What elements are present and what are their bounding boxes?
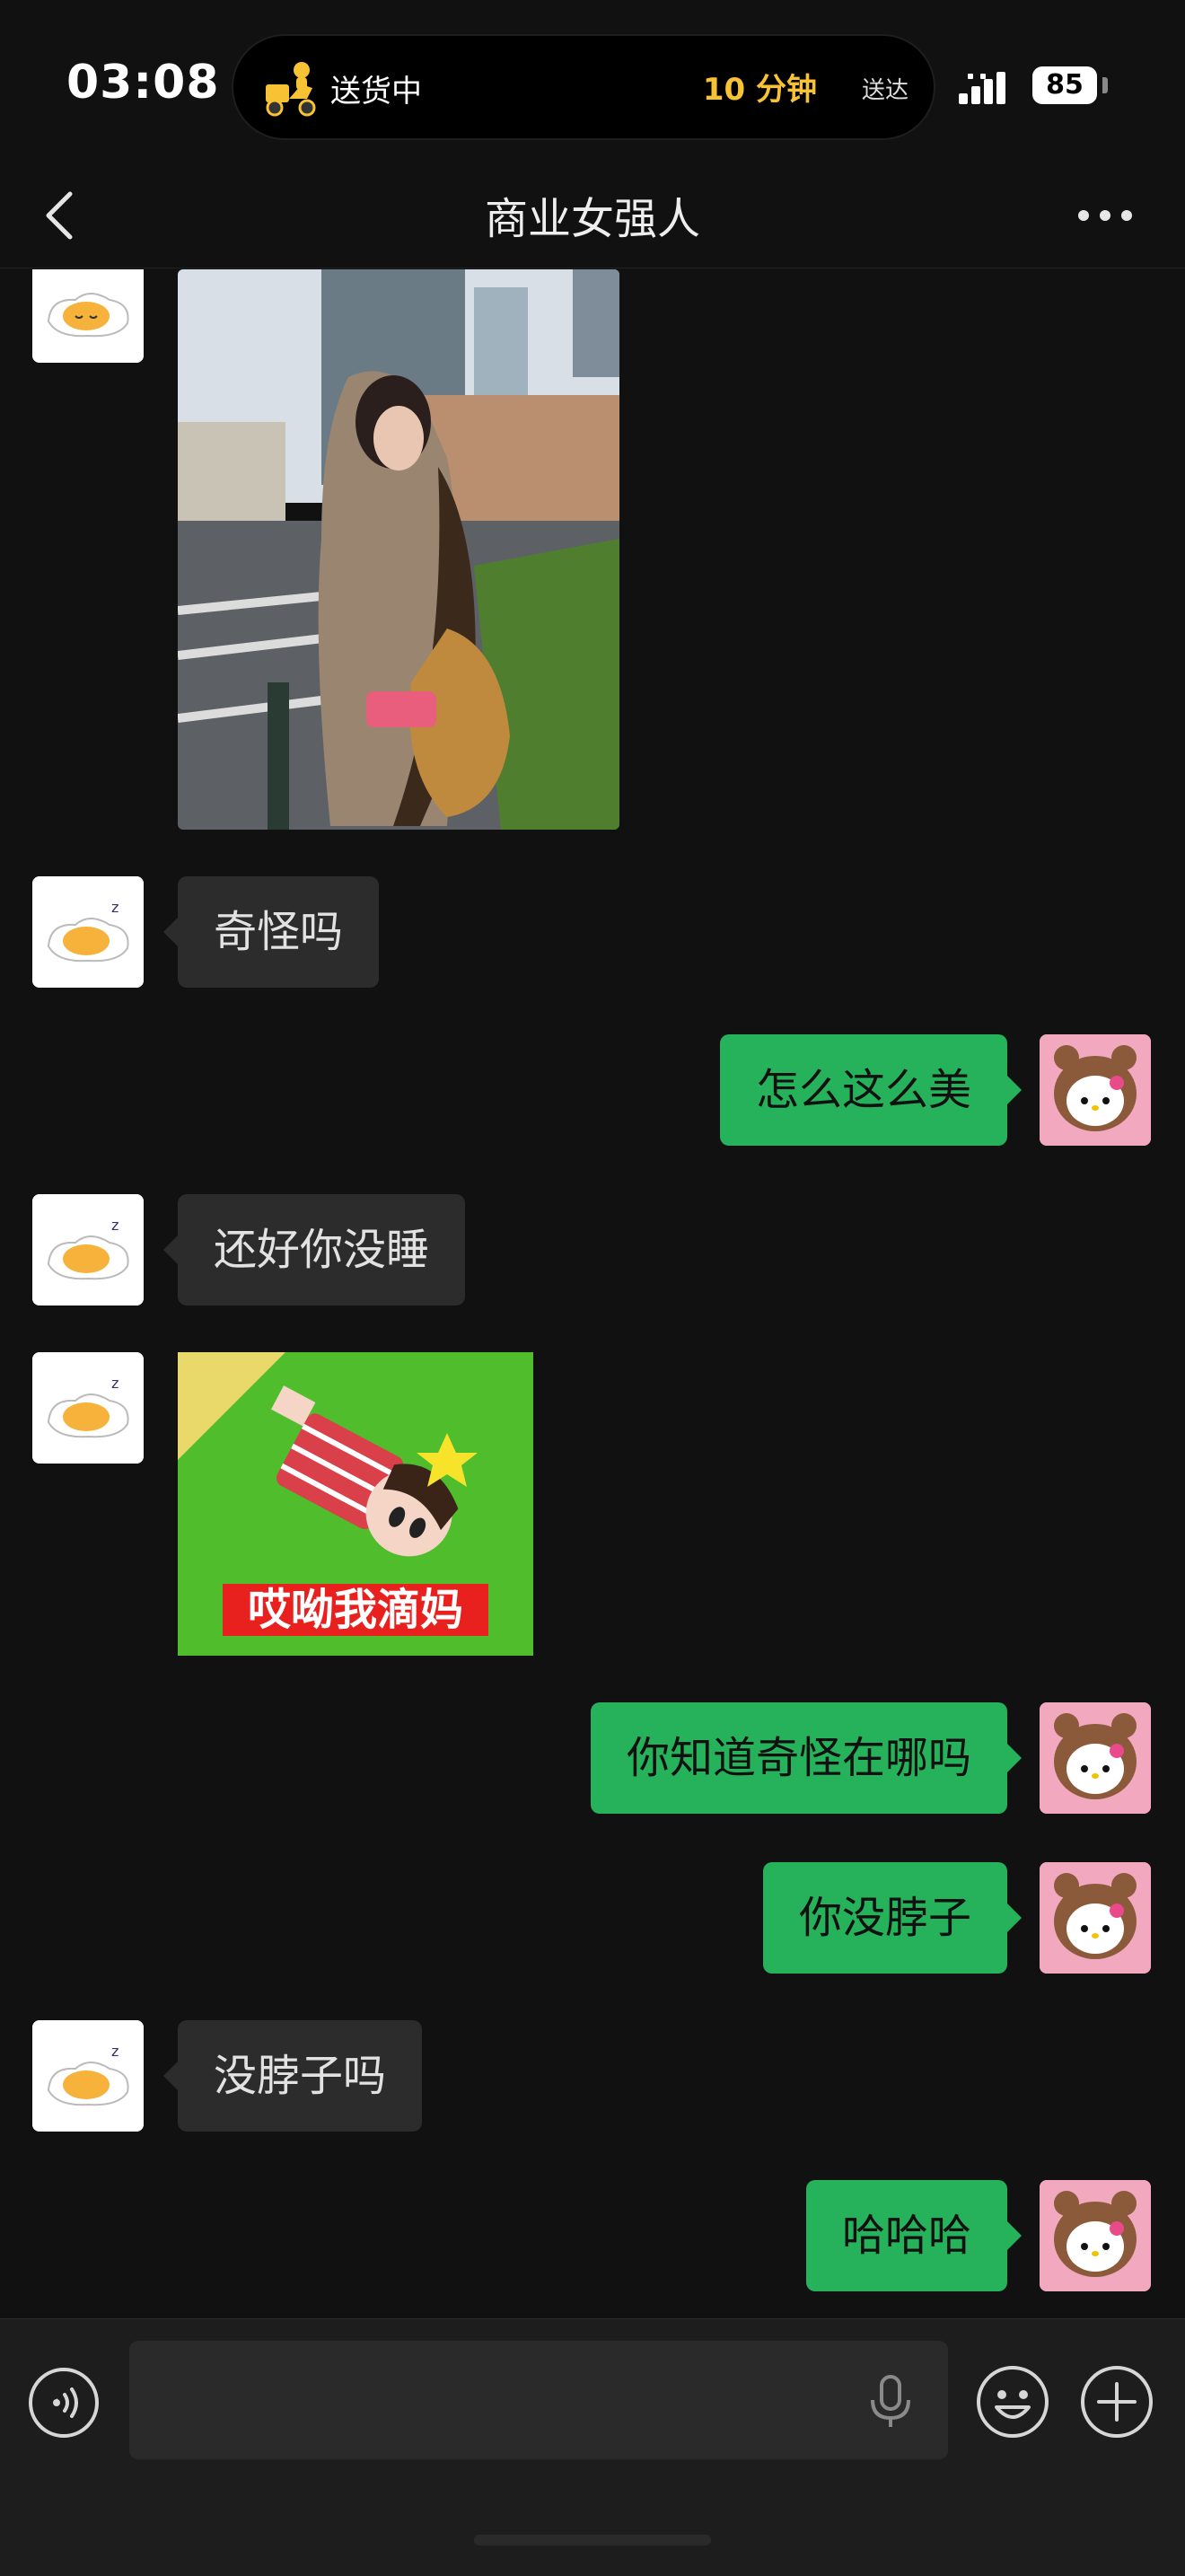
plus-icon[interactable]: [1079, 2364, 1154, 2440]
battery-tip: [1102, 77, 1108, 93]
avatar-contact[interactable]: z: [32, 2020, 144, 2132]
delivery-rider-icon: [266, 62, 316, 117]
message-input[interactable]: [129, 2341, 948, 2459]
avatar-self[interactable]: [1040, 2180, 1151, 2291]
kitty-bear-avatar-icon: [1040, 2180, 1151, 2291]
message-bubble-incoming[interactable]: 奇怪吗: [162, 876, 380, 988]
avatar-contact[interactable]: [32, 269, 144, 363]
delivery-eta: 10 分钟: [702, 72, 817, 108]
dynamic-island-activity[interactable]: 送货中 10 分钟 送达: [232, 34, 935, 140]
svg-text:z: z: [111, 899, 118, 916]
chat-photo[interactable]: [178, 269, 619, 830]
svg-text:z: z: [111, 1375, 118, 1392]
avatar-contact[interactable]: z: [32, 1352, 144, 1464]
home-indicator: [474, 2535, 711, 2545]
cellular-signal-icon: [959, 72, 1005, 104]
message-bubble-incoming[interactable]: 没脖子吗: [162, 2020, 423, 2132]
avatar-self[interactable]: [1040, 1862, 1151, 1974]
status-bar: 03:08 送货中 10 分钟 送达 85: [0, 0, 1185, 171]
avatar-self[interactable]: [1040, 1702, 1151, 1814]
sleeping-egg-icon: z: [32, 2020, 144, 2132]
chat-title: 商业女强人: [484, 194, 700, 244]
chat-header: 商业女强人: [0, 171, 1185, 268]
sleeping-egg-icon: [32, 269, 144, 363]
emoji-icon[interactable]: [975, 2364, 1050, 2440]
sleeping-egg-icon: z: [32, 1352, 144, 1464]
microphone-icon[interactable]: [864, 2373, 917, 2431]
kitty-bear-avatar-icon: [1040, 1034, 1151, 1146]
sticker-caption: 哎呦我滴妈: [223, 1584, 488, 1636]
status-time: 03:08: [66, 56, 220, 110]
message-bubble-outgoing[interactable]: 哈哈哈: [805, 2180, 1023, 2291]
ellipsis-icon[interactable]: [1074, 203, 1137, 228]
message-bubble-outgoing[interactable]: 你没脖子: [762, 1862, 1023, 1974]
delivery-status-label: 送货中: [330, 74, 422, 110]
delivery-eta-suffix: 送达: [861, 77, 908, 104]
message-bubble-outgoing[interactable]: 你知道奇怪在哪吗: [590, 1702, 1023, 1814]
svg-text:z: z: [111, 1217, 118, 1234]
voice-mode-icon[interactable]: [27, 2366, 101, 2440]
sleeping-egg-icon: z: [32, 1194, 144, 1306]
avatar-contact[interactable]: z: [32, 1194, 144, 1306]
sleeping-egg-icon: z: [32, 876, 144, 988]
svg-text:z: z: [111, 2043, 118, 2060]
message-bubble-outgoing[interactable]: 怎么这么美: [719, 1034, 1023, 1146]
battery-level: 85: [1032, 66, 1097, 104]
kitty-bear-avatar-icon: [1040, 1702, 1151, 1814]
message-bubble-incoming[interactable]: 还好你没睡: [162, 1194, 466, 1306]
avatar-contact[interactable]: z: [32, 876, 144, 988]
photo-street-scene: [178, 269, 619, 830]
avatar-self[interactable]: [1040, 1034, 1151, 1146]
message-list[interactable]: z 奇怪吗 怎么这么美 z 还好你没睡 z 哎呦我滴妈 你知道奇怪在哪吗 你没脖…: [0, 269, 1185, 2318]
chat-sticker[interactable]: 哎呦我滴妈: [178, 1352, 533, 1656]
kitty-bear-avatar-icon: [1040, 1862, 1151, 1974]
input-bar: [0, 2318, 1185, 2576]
